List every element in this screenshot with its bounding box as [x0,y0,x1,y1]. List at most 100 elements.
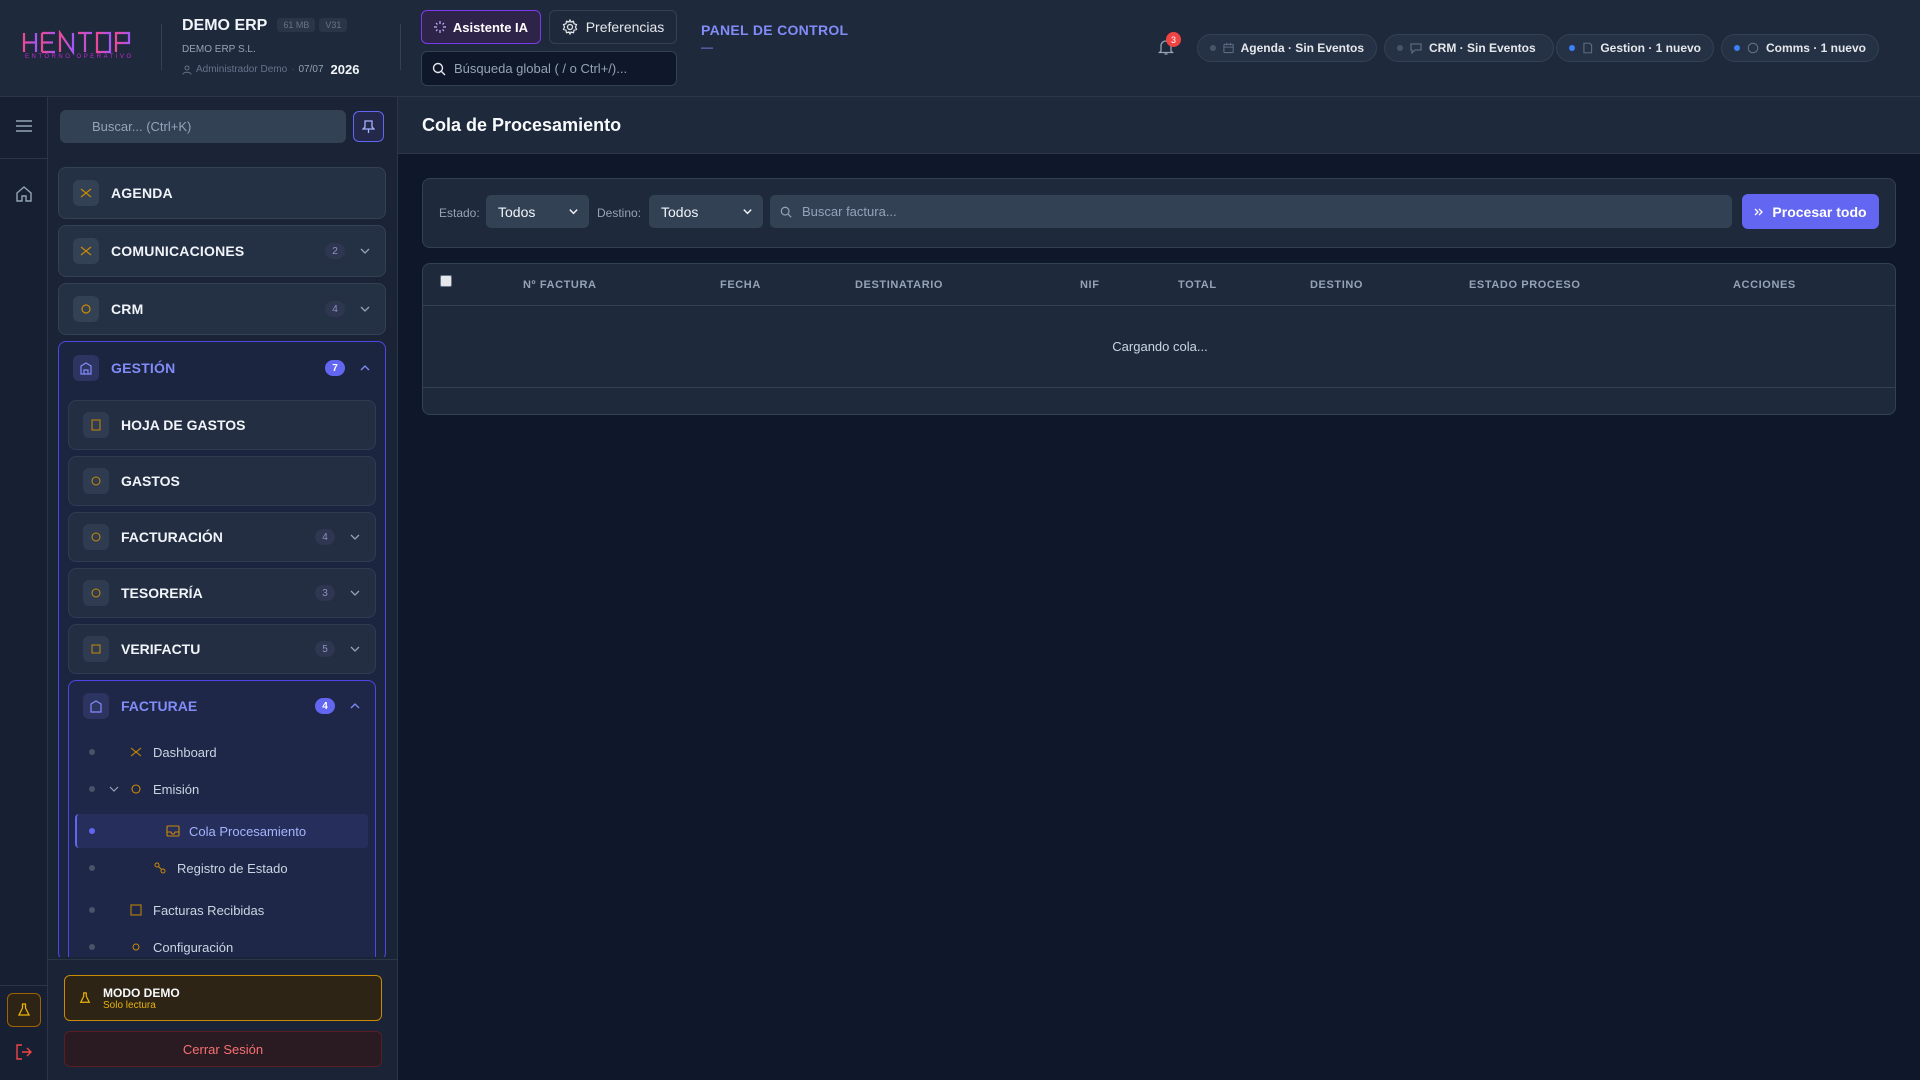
chevron-down-icon [743,209,752,215]
global-search[interactable] [421,51,677,86]
estado-select[interactable]: Todos [486,195,589,228]
destino-select[interactable]: Todos [649,195,763,228]
column-header[interactable]: Nº FACTURA [523,279,597,291]
sidebar-menu: AGENDA COMUNICACIONES 2 CRM 4 GESTIÓN 7 … [48,167,398,957]
chevron-down-icon[interactable] [349,643,361,655]
submodule-verifactu[interactable]: VERIFACTU 5 [68,624,376,674]
column-header[interactable]: FECHA [720,279,761,291]
message-icon [1747,42,1759,54]
submodule-facturae-expanded: FACTURAE 4 Dashboard Emisión Cola Proces… [68,680,376,957]
nav-facturae-registro-estado[interactable]: Registro de Estado [89,851,369,885]
submodule-facturacion[interactable]: FACTURACIÓN 4 [68,512,376,562]
status-dot [1210,45,1216,51]
ai-assistant-button[interactable]: Asistente IA [421,10,541,44]
submodule-tesoreria[interactable]: TESORERÍA 3 [68,568,376,618]
column-header[interactable]: DESTINATARIO [855,279,943,291]
panel-subtitle: — [701,40,713,54]
verifactu-icon [83,636,109,662]
column-header[interactable]: TOTAL [1178,279,1217,291]
nav-dot [89,944,95,950]
status-comms[interactable]: Comms · 1 nuevo [1721,34,1879,62]
invoice-search-input[interactable] [802,204,1702,219]
module-comunicaciones[interactable]: COMUNICACIONES 2 [58,225,386,277]
status-dot [1569,45,1575,51]
column-header[interactable]: NIF [1080,279,1100,291]
panel-title[interactable]: PANEL DE CONTROL [701,22,848,38]
invoice-search[interactable] [770,195,1732,228]
status-agenda[interactable]: Agenda · Sin Eventos [1197,34,1377,62]
document-icon [1583,42,1592,54]
main-content: Cola de Procesamiento Estado: Todos Dest… [398,97,1920,1080]
nav-label: Emisión [153,781,200,797]
chevron-down-icon[interactable] [109,784,119,794]
top-bar: ENTORNO OPERATIVO DEMO ERP 61 MB V31 DEMO … [0,0,1920,97]
separator: · [291,64,295,75]
sidebar-search[interactable] [60,110,346,143]
divider [0,985,48,986]
nav-facturae-recibidas[interactable]: Facturas Recibidas [89,893,369,927]
module-label: GESTIÓN [111,360,176,376]
logout-button[interactable]: Cerrar Sesión [64,1031,382,1067]
column-header[interactable]: ESTADO PROCESO [1469,279,1581,291]
home-button[interactable] [13,183,35,205]
double-chevron-right-icon [1754,208,1764,215]
communications-icon [73,238,99,264]
search-icon [780,206,792,218]
destino-label: Destino: [597,206,642,220]
nav-facturae-emision[interactable]: Emisión [89,772,369,806]
nav-facturae-dashboard[interactable]: Dashboard [89,735,369,769]
select-all-checkbox[interactable] [440,275,452,287]
column-header[interactable]: DESTINO [1310,279,1363,291]
nav-facturae-cola-procesamiento[interactable]: Cola Procesamiento [75,814,368,848]
agenda-icon [73,180,99,206]
demo-mode-button[interactable] [7,993,41,1027]
status-comms-label: Comms · 1 nuevo [1765,41,1866,55]
chevron-down-icon[interactable] [359,303,371,315]
nav-label: Registro de Estado [177,860,288,876]
invoice-icon [83,524,109,550]
module-agenda[interactable]: AGENDA [58,167,386,219]
chevron-down-icon[interactable] [349,587,361,599]
preferences-button[interactable]: Preferencias [549,10,677,44]
global-search-input[interactable] [454,61,664,76]
status-crm[interactable]: CRM · Sin Eventos [1384,34,1554,62]
chevron-up-icon[interactable] [359,362,371,374]
process-all-button[interactable]: Procesar todo [1742,194,1879,229]
dashboard-icon [130,747,142,757]
status-dot [1734,45,1740,51]
submodule-facturae[interactable]: FACTURAE 4 [69,681,375,731]
table-header: Nº FACTURA FECHA DESTINATARIO NIF TOTAL … [423,264,1895,306]
facturae-icon [83,693,109,719]
search-icon [432,62,446,75]
count-badge: 4 [325,301,345,317]
divider [48,959,398,960]
module-gestion[interactable]: GESTIÓN 7 [59,342,385,394]
preferences-label: Preferencias [585,19,665,35]
company-info: DEMO ERP 61 MB V31 [182,17,348,35]
submodule-hoja-gastos[interactable]: HOJA DE GASTOS [68,400,376,450]
home-icon [16,186,32,202]
building-icon [73,355,99,381]
module-crm[interactable]: CRM 4 [58,283,386,335]
page-title: Cola de Procesamiento [422,115,622,135]
nav-facturae-configuracion[interactable]: Configuración [89,930,369,957]
size-chip: 61 MB [277,18,316,32]
submodule-gastos[interactable]: GASTOS [68,456,376,506]
pin-sidebar-button[interactable] [353,111,384,142]
sidebar-search-input[interactable] [92,119,332,134]
divider [0,158,48,159]
nav-dot [89,865,95,871]
current-year[interactable]: 2026 [331,62,360,77]
version-chip: V31 [319,18,348,32]
module-gestion-expanded: GESTIÓN 7 HOJA DE GASTOS GASTOS FACTURAC… [58,341,386,957]
chevron-up-icon[interactable] [349,700,361,712]
status-gestion[interactable]: Gestion · 1 nuevo [1556,34,1714,62]
hamburger-icon [16,120,32,132]
count-badge: 4 [315,698,335,714]
menu-toggle-button[interactable] [13,115,35,137]
chevron-down-icon[interactable] [359,245,371,257]
chevron-down-icon [569,209,578,215]
sidebar: AGENDA COMUNICACIONES 2 CRM 4 GESTIÓN 7 … [48,97,398,1080]
chevron-down-icon[interactable] [349,531,361,543]
logout-icon-button[interactable] [13,1041,35,1063]
